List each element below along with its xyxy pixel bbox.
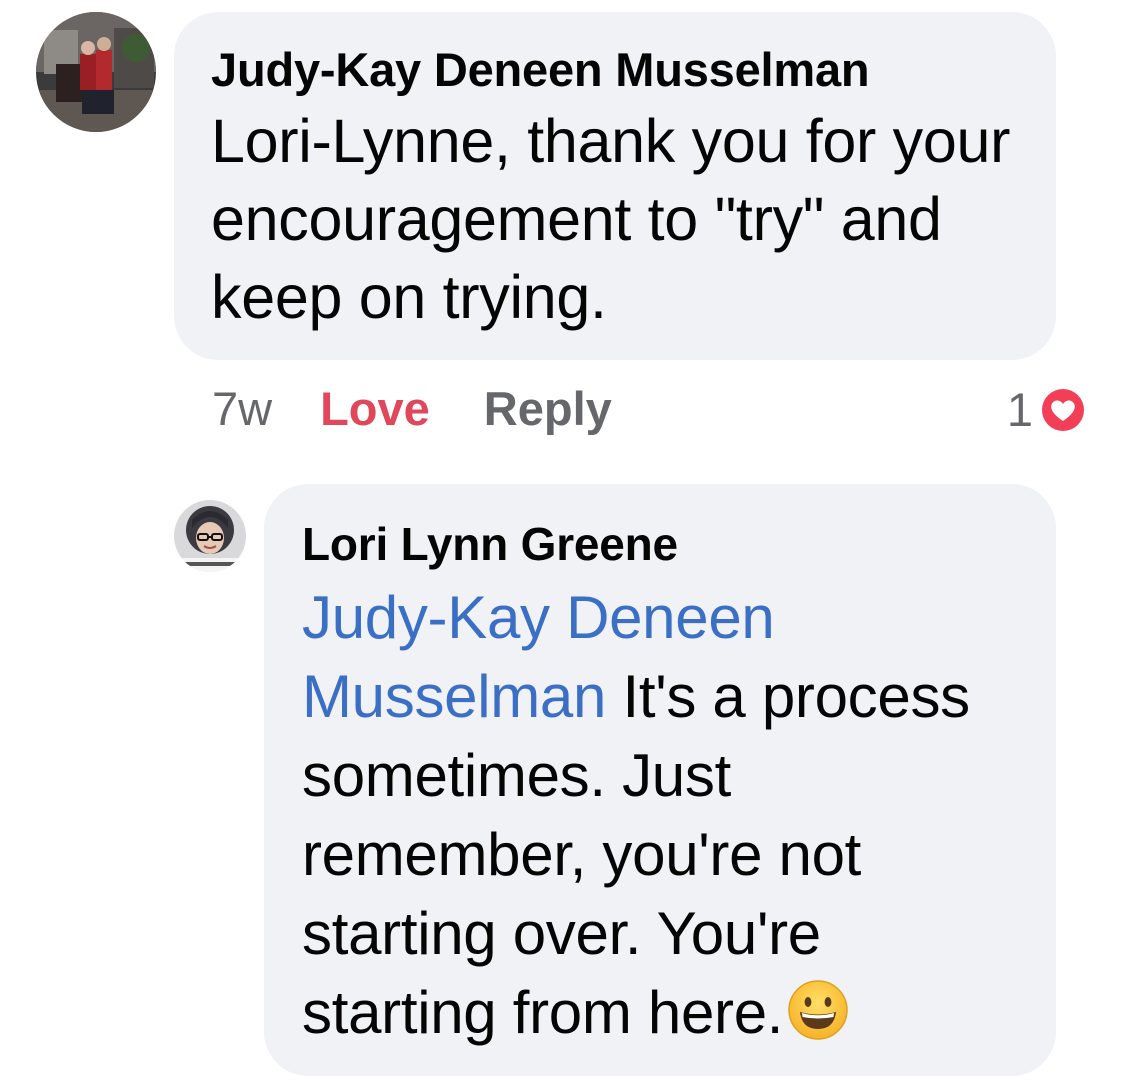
comment-author[interactable]: Judy-Kay Deneen Musselman xyxy=(211,40,1020,100)
reply-button[interactable]: Reply xyxy=(484,381,612,436)
comment-text: Lori-Lynne, thank you for your encourage… xyxy=(211,107,1011,331)
heart-icon xyxy=(1039,385,1087,434)
comment-bubble[interactable]: Judy-Kay Deneen Musselman Lori-Lynne, th… xyxy=(174,12,1056,360)
reaction-count: 1 xyxy=(1006,383,1033,436)
love-button[interactable]: Love xyxy=(320,381,430,436)
avatar-lori-lynn[interactable] xyxy=(174,500,246,572)
reaction-summary[interactable]: 1 xyxy=(1007,382,1089,437)
comment-text: Judy-Kay Deneen Musselman It's a process… xyxy=(302,578,1020,1052)
comment-author[interactable]: Lori Lynn Greene xyxy=(302,514,1020,574)
avatar-photo xyxy=(174,500,246,572)
comment-actions: 7w Love Reply xyxy=(212,378,612,438)
reply-bubble[interactable]: Lori Lynn Greene Judy-Kay Deneen Musselm… xyxy=(264,484,1056,1076)
comment-timestamp[interactable]: 7w xyxy=(212,381,272,436)
avatar-judy-kay[interactable] xyxy=(36,12,156,132)
avatar-photo xyxy=(36,12,156,132)
grinning-face-icon xyxy=(787,979,849,1041)
